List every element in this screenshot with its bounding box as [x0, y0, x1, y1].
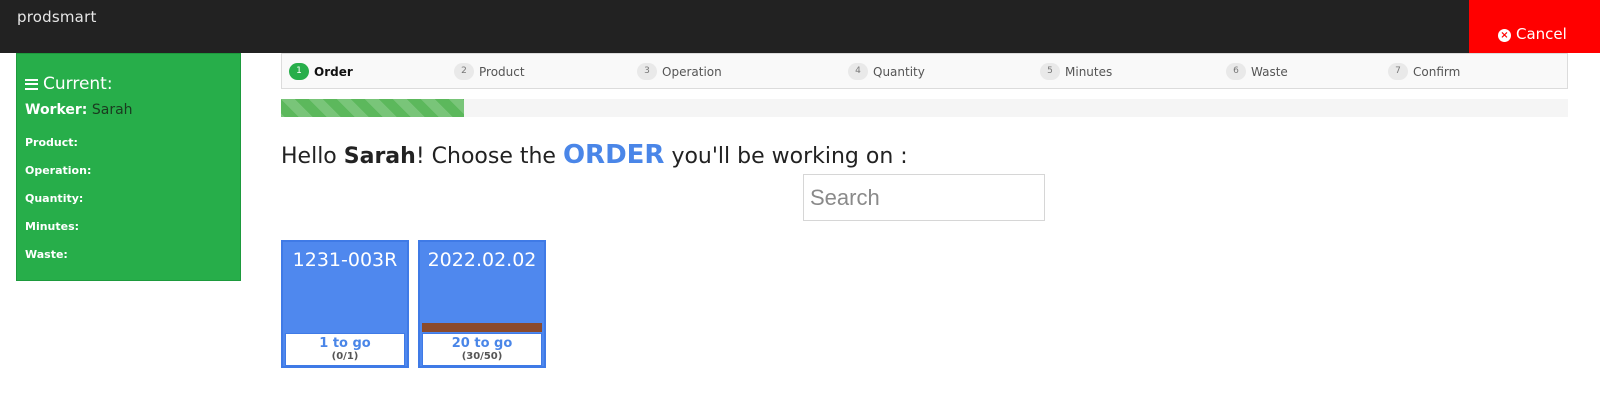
step-label: Confirm — [1413, 64, 1461, 79]
step-number: 7 — [1388, 63, 1408, 80]
search-input[interactable] — [803, 174, 1045, 221]
order-to-go: 1 to go — [319, 336, 371, 351]
greeting-mid: ! Choose the — [415, 144, 563, 169]
current-title: Current: — [25, 74, 113, 94]
step-number: 4 — [848, 63, 868, 80]
order-to-go: 20 to go — [451, 336, 513, 351]
minutes-field-label: Minutes: — [25, 220, 80, 233]
operation-field-label: Operation: — [25, 164, 92, 177]
product-field-label: Product: — [25, 136, 78, 149]
wizard-progress-bar — [281, 99, 1568, 117]
order-card-title: 2022.02.02 — [427, 249, 537, 271]
order-progress-bar — [422, 323, 542, 332]
step-number: 3 — [637, 63, 657, 80]
worker-label: Worker: — [25, 102, 88, 118]
step-quantity[interactable]: 4 Quantity — [848, 63, 925, 80]
step-label: Operation — [662, 64, 722, 79]
step-label: Order — [314, 64, 353, 79]
cancel-label: Cancel — [1516, 25, 1567, 43]
step-number: 1 — [289, 63, 309, 80]
step-label: Quantity — [873, 64, 925, 79]
greeting-entity: ORDER — [562, 140, 665, 170]
step-order[interactable]: 1 Order — [289, 63, 353, 80]
page-title: Hello Sarah! Choose the ORDER you'll be … — [281, 140, 908, 170]
quantity-field-label: Quantity: — [25, 192, 84, 205]
order-card-footer: 20 to go (30/50) — [422, 333, 542, 366]
step-waste[interactable]: 6 Waste — [1226, 63, 1288, 80]
order-card-2022-02-02[interactable]: 2022.02.02 20 to go (30/50) — [418, 240, 546, 368]
waste-field-label: Waste: — [25, 248, 68, 261]
step-label: Waste — [1251, 64, 1288, 79]
step-number: 5 — [1040, 63, 1060, 80]
greeting-name: Sarah — [343, 144, 416, 169]
step-label: Product — [479, 64, 525, 79]
order-card-1231-003r[interactable]: 1231-003R 1 to go (0/1) — [281, 240, 409, 368]
app-logo[interactable]: prodsmart — [17, 8, 97, 26]
times-circle-icon: × — [1498, 29, 1511, 42]
step-number: 6 — [1226, 63, 1246, 80]
order-card-footer: 1 to go (0/1) — [285, 333, 405, 366]
step-label: Minutes — [1065, 64, 1113, 79]
step-number: 2 — [454, 63, 474, 80]
bars-icon — [25, 78, 38, 90]
greeting-end: you'll be working on : — [664, 144, 908, 169]
step-operation[interactable]: 3 Operation — [637, 63, 722, 80]
wizard-progress-fill — [281, 99, 464, 117]
worker-row: Worker: Sarah — [25, 102, 133, 118]
step-confirm[interactable]: 7 Confirm — [1388, 63, 1460, 80]
step-product[interactable]: 2 Product — [454, 63, 525, 80]
greeting-hello: Hello — [281, 144, 344, 169]
worker-value: Sarah — [91, 102, 133, 118]
step-minutes[interactable]: 5 Minutes — [1040, 63, 1112, 80]
order-card-title: 1231-003R — [292, 249, 398, 271]
order-count: (0/1) — [331, 351, 359, 362]
top-bar: prodsmart × Cancel — [0, 0, 1600, 53]
cancel-button[interactable]: × Cancel — [1469, 0, 1600, 53]
current-summary-panel: Current: Worker: Sarah Product: Operatio… — [16, 53, 241, 281]
current-title-text: Current: — [43, 74, 113, 94]
order-count: (30/50) — [461, 351, 503, 362]
wizard-steps: 1 Order 2 Product 3 Operation 4 Quantity… — [281, 53, 1568, 89]
